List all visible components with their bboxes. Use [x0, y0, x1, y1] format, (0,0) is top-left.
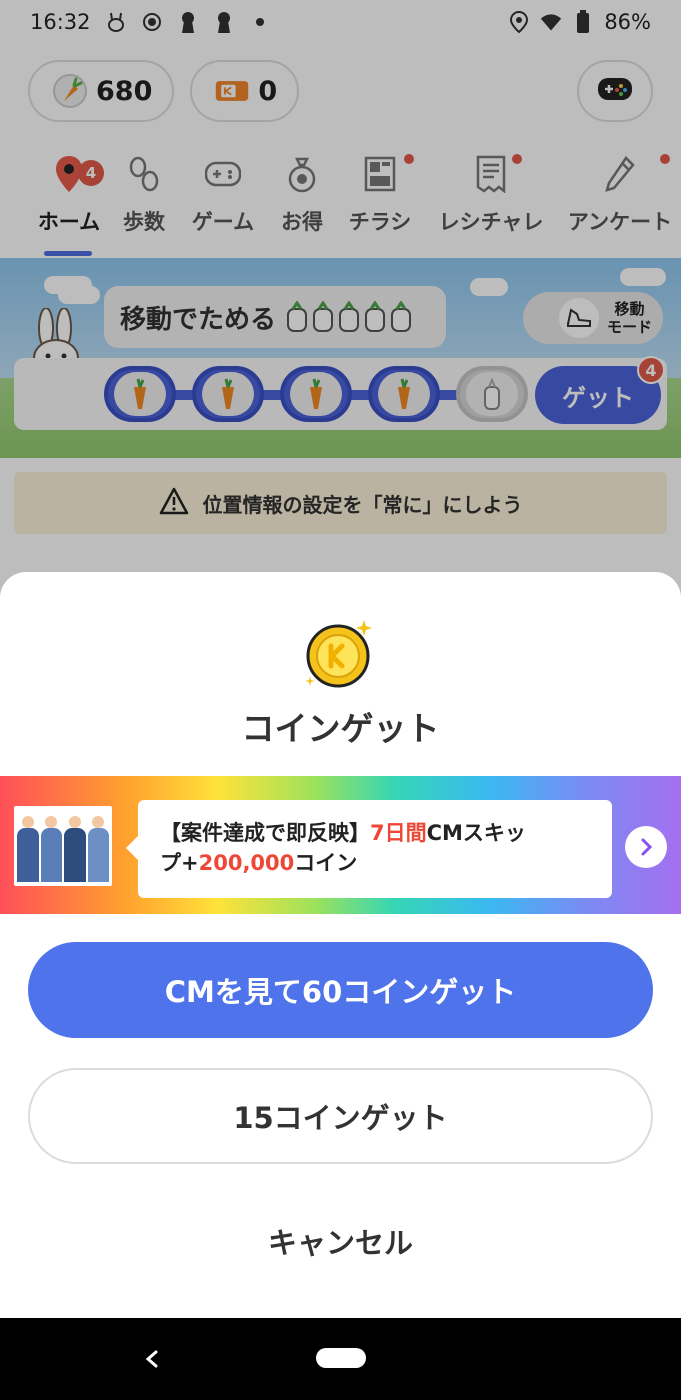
sheet-title: コインゲット: [241, 709, 440, 748]
coin-get-sheet: コインゲット 【案件達成で即反映】7日間CMスキッ プ+200,000コイン C…: [0, 572, 681, 1318]
home-pill[interactable]: [316, 1348, 366, 1368]
promo-text: コイン: [294, 851, 358, 875]
system-nav-bar: [0, 1318, 681, 1400]
cancel-button[interactable]: キャンセル: [200, 1198, 481, 1284]
promo-text: CMスキッ: [426, 821, 526, 845]
get-coins-button[interactable]: 15コインゲット: [28, 1068, 653, 1164]
watch-cm-get-coins-button[interactable]: CMを見て60コインゲット: [28, 942, 653, 1038]
promo-message-card: 【案件達成で即反映】7日間CMスキッ プ+200,000コイン: [126, 800, 612, 898]
coin-icon: [300, 614, 380, 694]
promo-thumbnail-image: [14, 806, 112, 886]
back-icon[interactable]: [138, 1342, 166, 1376]
chevron-right-icon[interactable]: [625, 826, 667, 868]
promo-text: プ+: [160, 851, 199, 875]
promo-highlight: 200,000: [198, 851, 295, 875]
promo-text: 【案件達成で即反映】: [160, 821, 370, 845]
promo-banner[interactable]: 【案件達成で即反映】7日間CMスキッ プ+200,000コイン: [0, 776, 681, 914]
promo-highlight: 7日間: [370, 821, 427, 845]
